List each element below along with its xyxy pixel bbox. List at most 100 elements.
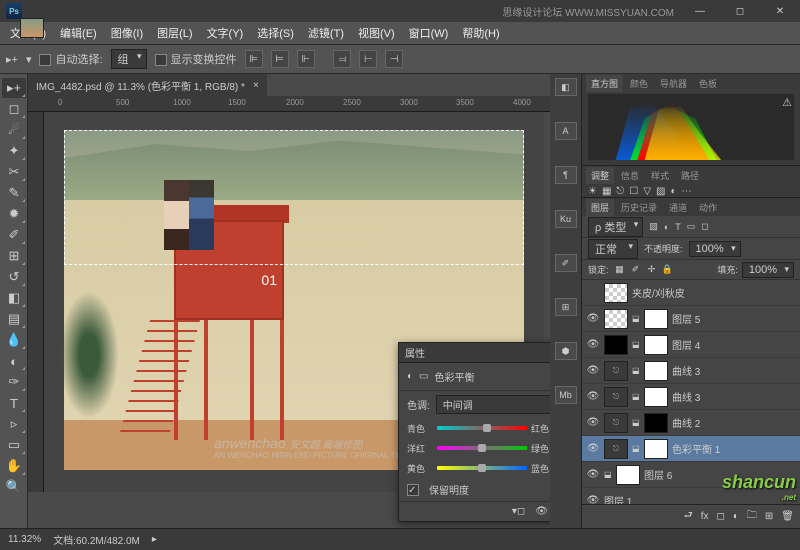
align-icon-4[interactable]: ⫤ <box>333 50 351 68</box>
layer-link-icon[interactable]: ⬓ <box>632 444 640 453</box>
layer-thumbnail[interactable]: ⎋ <box>604 361 628 381</box>
align-icon-1[interactable]: ⊫ <box>245 50 263 68</box>
brush-tool[interactable]: ✐ <box>2 225 26 245</box>
mask-icon[interactable]: ▭ <box>419 371 428 382</box>
marquee-tool[interactable]: ◻ <box>2 99 26 119</box>
lock-pixel-icon[interactable]: ✐ <box>629 263 643 277</box>
layer-name-label[interactable]: 色彩平衡 1 <box>672 441 796 456</box>
tab-navigator[interactable]: 导航器 <box>655 75 692 92</box>
layer-link-icon[interactable]: ⬓ <box>632 314 640 323</box>
new-group-icon[interactable]: 🗀 <box>747 508 757 525</box>
clip-icon[interactable]: ▾◻ <box>512 506 525 517</box>
layer-mask-thumbnail[interactable] <box>644 335 668 355</box>
menu-image[interactable]: 图像(I) <box>105 23 149 43</box>
layer-link-icon[interactable]: ⬓ <box>632 418 640 427</box>
layer-mask-thumbnail[interactable] <box>616 465 640 485</box>
layer-row[interactable]: 👁 ⎋ ⬓ 曲线 3 <box>582 384 800 410</box>
stamp-tool[interactable]: ⊞ <box>2 246 26 266</box>
adj-hue-icon[interactable]: ▨ <box>656 186 665 197</box>
menu-edit[interactable]: 编辑(E) <box>54 23 103 43</box>
minimize-button[interactable]: — <box>686 3 714 19</box>
layer-thumbnail[interactable]: ⎋ <box>604 439 628 459</box>
layer-mask-thumbnail[interactable] <box>644 361 668 381</box>
layer-thumbnail[interactable] <box>604 309 628 329</box>
lasso-tool[interactable]: ☄ <box>2 120 26 140</box>
strip-icon-2[interactable]: A <box>555 122 577 140</box>
preserve-luminosity-checkbox[interactable] <box>407 484 419 496</box>
tab-paths[interactable]: 路径 <box>676 167 704 184</box>
filter-smart-icon[interactable]: ◻ <box>701 221 708 232</box>
shape-tool[interactable]: ▭ <box>2 435 26 455</box>
layer-visibility-icon[interactable]: 👁 <box>586 495 600 504</box>
doc-size[interactable]: 文档:60.2M/482.0M <box>53 532 140 547</box>
tab-history[interactable]: 历史记录 <box>616 199 662 216</box>
tab-adjustments[interactable]: 调整 <box>586 167 614 184</box>
dodge-tool[interactable]: ◐ <box>2 351 26 371</box>
tab-histogram[interactable]: 直方图 <box>586 75 623 92</box>
adj-exposure-icon[interactable]: ☐ <box>629 186 638 197</box>
layer-row[interactable]: 夹皮/刈秋皮 <box>582 280 800 306</box>
adj-brightness-icon[interactable]: ☀ <box>588 186 597 197</box>
strip-icon-6[interactable]: ⊞ <box>555 298 577 316</box>
close-button[interactable]: ✕ <box>766 3 794 19</box>
eraser-tool[interactable]: ◧ <box>2 288 26 308</box>
eyedropper-tool[interactable]: ✎ <box>2 183 26 203</box>
layer-row[interactable]: 👁 ⎋ ⬓ 曲线 3 <box>582 358 800 384</box>
layer-row[interactable]: 👁 ⬓ 图层 4 <box>582 332 800 358</box>
layer-mask-thumbnail[interactable] <box>644 387 668 407</box>
slider-magenta-green[interactable] <box>437 446 527 450</box>
ruler-horizontal[interactable]: 05001000150020002500300035004000 <box>28 96 550 112</box>
layer-filter-dropdown[interactable]: ρ 类型 <box>588 217 643 237</box>
slider-cyan-red[interactable] <box>437 426 527 430</box>
menu-layer[interactable]: 图层(L) <box>151 23 198 43</box>
layer-link-icon[interactable]: ⬓ <box>632 366 640 375</box>
filter-shape-icon[interactable]: ▭ <box>687 221 696 232</box>
path-tool[interactable]: ▹ <box>2 414 26 434</box>
layer-row[interactable]: 👁 ⎋ ⬓ 曲线 2 <box>582 410 800 436</box>
slider-yellow-blue[interactable] <box>437 466 527 470</box>
menu-type[interactable]: 文字(Y) <box>201 23 250 43</box>
layer-thumbnail[interactable] <box>604 335 628 355</box>
tab-styles[interactable]: 样式 <box>646 167 674 184</box>
strip-icon-5[interactable]: ✐ <box>555 254 577 272</box>
layer-visibility-icon[interactable]: 👁 <box>586 313 600 324</box>
strip-icon-8[interactable]: Mb <box>555 386 577 404</box>
zoom-tool[interactable]: 🔍 <box>2 477 26 497</box>
document-tab[interactable]: IMG_4482.psd @ 11.3% (色彩平衡 1, RGB/8) * × <box>28 74 267 96</box>
crop-tool[interactable]: ✂ <box>2 162 26 182</box>
layer-visibility-icon[interactable]: 👁 <box>586 391 600 402</box>
layer-row[interactable]: 👁 ⬓ 图层 5 <box>582 306 800 332</box>
layer-name-label[interactable]: 夹皮/刈秋皮 <box>632 285 796 300</box>
link-layers-icon[interactable]: ⮐ <box>684 508 693 525</box>
layer-visibility-icon[interactable]: 👁 <box>586 469 600 480</box>
filter-pixel-icon[interactable]: ▧ <box>649 221 658 232</box>
ruler-vertical[interactable] <box>28 112 44 492</box>
delete-layer-icon[interactable]: 🗑 <box>781 511 794 522</box>
menu-filter[interactable]: 滤镜(T) <box>302 23 350 43</box>
adj-bw-icon[interactable]: ◐ <box>670 186 676 197</box>
auto-select-target-dropdown[interactable]: 组 <box>111 49 147 69</box>
tone-dropdown[interactable]: 中间调 <box>436 395 550 414</box>
layer-name-label[interactable]: 图层 4 <box>672 337 796 352</box>
lock-all-icon[interactable]: 🔒 <box>661 263 675 277</box>
layer-visibility-icon[interactable]: 👁 <box>586 365 600 376</box>
tab-color[interactable]: 颜色 <box>625 75 653 92</box>
layer-name-label[interactable]: 图层 5 <box>672 311 796 326</box>
menu-view[interactable]: 视图(V) <box>352 23 401 43</box>
layer-name-label[interactable]: 曲线 3 <box>672 389 796 404</box>
layer-link-icon[interactable]: ⬓ <box>632 392 640 401</box>
status-arrow-icon[interactable]: ▸ <box>152 534 157 545</box>
strip-icon-7[interactable]: ⬢ <box>555 342 577 360</box>
adj-curves-icon[interactable]: ⎋ <box>616 186 624 197</box>
tab-close-icon[interactable]: × <box>253 80 259 91</box>
layer-mask-icon[interactable]: ◻ <box>717 511 725 522</box>
menu-help[interactable]: 帮助(H) <box>456 23 505 43</box>
layer-mask-thumbnail[interactable] <box>644 309 668 329</box>
layer-link-icon[interactable]: ⬓ <box>604 470 612 479</box>
zoom-level[interactable]: 11.32% <box>8 534 41 545</box>
hand-tool[interactable]: ✋ <box>2 456 26 476</box>
new-adj-icon[interactable]: ◐ <box>733 511 739 522</box>
lock-trans-icon[interactable]: ▦ <box>613 263 627 277</box>
move-tool[interactable]: ▸+ <box>2 78 26 98</box>
align-icon-2[interactable]: ⊨ <box>271 50 289 68</box>
